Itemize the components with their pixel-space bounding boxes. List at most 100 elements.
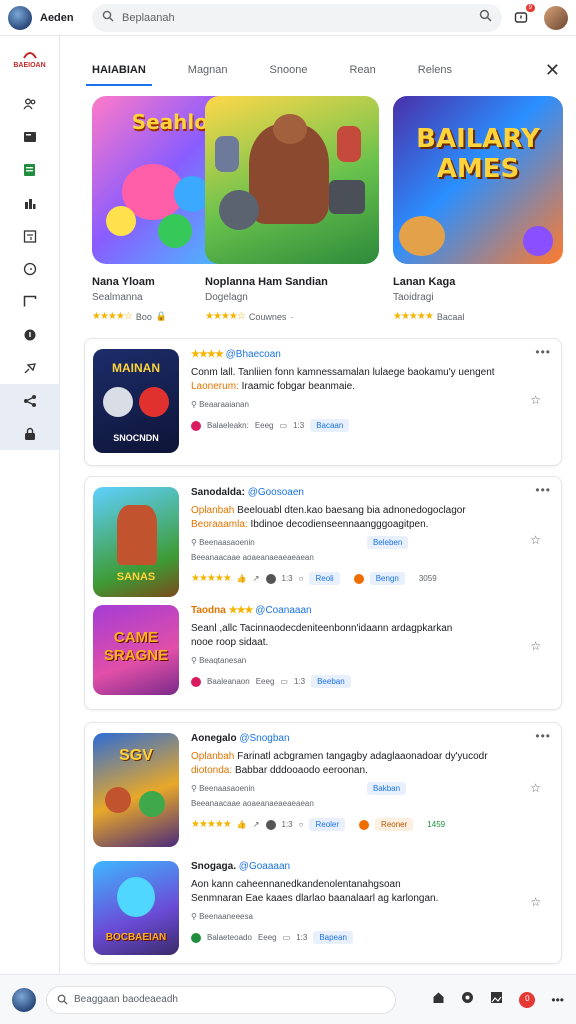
reply-chip[interactable]: Reoler (309, 818, 346, 831)
sidebar-logo[interactable]: BAEIOAN (13, 50, 46, 69)
sidebar-item-sheet[interactable] (0, 153, 60, 186)
sidebar-item-terminal[interactable] (0, 120, 60, 153)
post-thumbnail[interactable]: BOCBAEIAN (93, 861, 179, 955)
reply-chip[interactable]: Reoli (309, 572, 340, 585)
like-count: 1:3 (281, 820, 293, 829)
reply-icon[interactable]: ○ (299, 820, 304, 829)
post-chip[interactable]: Beleben (366, 536, 409, 549)
featured-card[interactable]: BAILARY AMES Lanan Kaga Taoidragi ★★★★★ … (393, 96, 563, 322)
dot-icon: · (290, 311, 294, 322)
post-body: Snogaga. @Goaaaan Aon kann caheennanedka… (191, 861, 531, 944)
sidebar-item-info[interactable] (0, 318, 60, 351)
sidebar-item-calendar[interactable] (0, 219, 60, 252)
home-icon[interactable] (432, 991, 445, 1009)
sidebar-item-chart[interactable] (0, 186, 60, 219)
post-tag[interactable]: @Goosoaen (248, 487, 304, 498)
rating-text: Boo (135, 311, 152, 322)
thumbnail-text: BOCBAEIAN (105, 932, 167, 943)
more-icon[interactable]: ••• (551, 993, 564, 1007)
author-name[interactable]: Baaleanaon (207, 677, 250, 686)
user-avatar[interactable] (12, 987, 36, 1012)
share-icon[interactable]: ↗ (253, 574, 260, 583)
author-name[interactable]: Balaeteoado (207, 933, 252, 942)
thumbnail-subtext: SNOCNDN (113, 433, 159, 443)
star-icon[interactable]: ☆ (530, 781, 541, 795)
tab-rean[interactable]: Rean (343, 54, 381, 86)
post-header: ★★★★ @Bhaecoan (191, 349, 531, 360)
search-icon (57, 994, 68, 1005)
user-avatar[interactable] (544, 5, 568, 30)
author-name[interactable]: Balaeleakn: (207, 421, 249, 430)
post-chip[interactable]: Bakban (366, 782, 407, 795)
comment-icon[interactable]: ▭ (283, 933, 291, 942)
post-thumbnail[interactable]: SANAS (93, 487, 179, 597)
info-icon (24, 329, 35, 340)
rating-stars: ★★★ (228, 605, 254, 616)
sidebar-item-people[interactable] (0, 87, 60, 120)
post-chip[interactable]: Bapean (313, 931, 353, 944)
star-icon[interactable]: ☆ (530, 533, 541, 547)
featured-card[interactable]: Noplanna Ham Sandian Dogelagn ★★★★☆ Couw… (205, 96, 379, 322)
meta-text: Beaaraaianan (199, 400, 249, 409)
comment-icon[interactable]: ▭ (280, 421, 288, 430)
desc-text: Beelouabl dten.kao baesang bia adnonedog… (237, 505, 466, 516)
post-tag[interactable]: @Coanaaan (255, 605, 311, 616)
thumb-icon[interactable]: 👍 (237, 574, 247, 583)
post-thumbnail[interactable]: SGV (93, 733, 179, 847)
alert-button[interactable]: 0 (519, 991, 536, 1008)
gallery-icon[interactable] (490, 991, 503, 1009)
thumbnail-text: SANAS (116, 571, 156, 583)
post-tag[interactable]: @Snogban (239, 733, 289, 744)
tab-snoone[interactable]: Snoone (264, 54, 314, 86)
post-header: Taodna ★★★ @Coanaaan (191, 605, 531, 616)
tab-haiabian[interactable]: HAIABIAN (86, 54, 152, 86)
top-bar: Aeden Beplaanah 9 (0, 0, 576, 36)
reply-icon[interactable]: ○ (299, 574, 304, 583)
sidebar-item-lock[interactable] (0, 417, 60, 450)
close-icon[interactable]: ✕ (545, 60, 560, 81)
sidebar-item-pin[interactable] (0, 351, 60, 384)
tab-magnan[interactable]: Magnan (182, 54, 234, 86)
tab-relens[interactable]: Relens (412, 54, 458, 86)
alert-badge: 0 (525, 993, 530, 1003)
post-tag[interactable]: @Bhaecoan (226, 349, 281, 360)
share-icon[interactable]: ↗ (253, 820, 260, 829)
post-thumbnail[interactable]: MAINAN SNOCNDN (93, 349, 179, 453)
like-count: 1:3 (281, 574, 293, 583)
post-tag[interactable]: @Goaaaan (239, 861, 290, 872)
window-icon (23, 295, 36, 307)
bottom-search-bar[interactable]: Beaggaan baodeaeadh (46, 985, 396, 1014)
post-card: ••• SANAS Sanodalda: @Goosoaen Oplanbah … (84, 476, 562, 710)
notification-button[interactable]: 9 (510, 3, 535, 29)
sidebar-item-clock[interactable] (0, 252, 60, 285)
sidebar-item-share[interactable] (0, 384, 60, 417)
post-chip[interactable]: Beeban (311, 675, 351, 688)
star-icon[interactable]: ☆ (530, 393, 541, 407)
post-item: SGV Aonegalo @Snogban Oplanbah Farinatl … (93, 733, 553, 853)
star-icon[interactable]: ☆ (530, 639, 541, 653)
post-chip[interactable]: Bengn (369, 572, 405, 585)
star-icon[interactable]: ☆ (530, 895, 541, 909)
post-meta: ⚲ Beenaaneeesa (191, 912, 253, 921)
search-icon[interactable] (479, 9, 492, 27)
post-thumbnail[interactable]: CAME SRAGNE (93, 605, 179, 695)
record-icon[interactable] (461, 991, 474, 1009)
user-dot (265, 573, 276, 584)
post-description: Seanl ,allc Tacinnaodecdeniteenbonn'idaa… (191, 622, 531, 650)
search-bar[interactable]: Beplaanah (92, 3, 502, 32)
bell-icon (514, 11, 528, 23)
featured-title: Lanan Kaga (393, 276, 456, 288)
comment-count: 1:3 (296, 933, 308, 942)
comment-icon[interactable]: ▭ (280, 677, 288, 686)
post-chip[interactable]: Reoner (375, 818, 414, 831)
featured-image[interactable] (205, 96, 379, 264)
post-chip[interactable]: Bacaan (310, 419, 350, 432)
featured-image[interactable]: BAILARY AMES (393, 96, 563, 264)
sidebar-item-window[interactable] (0, 285, 60, 318)
featured-title: Noplanna Ham Sandian (205, 276, 328, 288)
meta-text: Beeanaacaae aoaeanaeaeaeaean (191, 553, 314, 562)
thumb-icon[interactable]: 👍 (237, 820, 247, 829)
author-avatar (191, 932, 201, 943)
sheet-icon (24, 163, 35, 176)
app-avatar[interactable] (8, 5, 32, 30)
